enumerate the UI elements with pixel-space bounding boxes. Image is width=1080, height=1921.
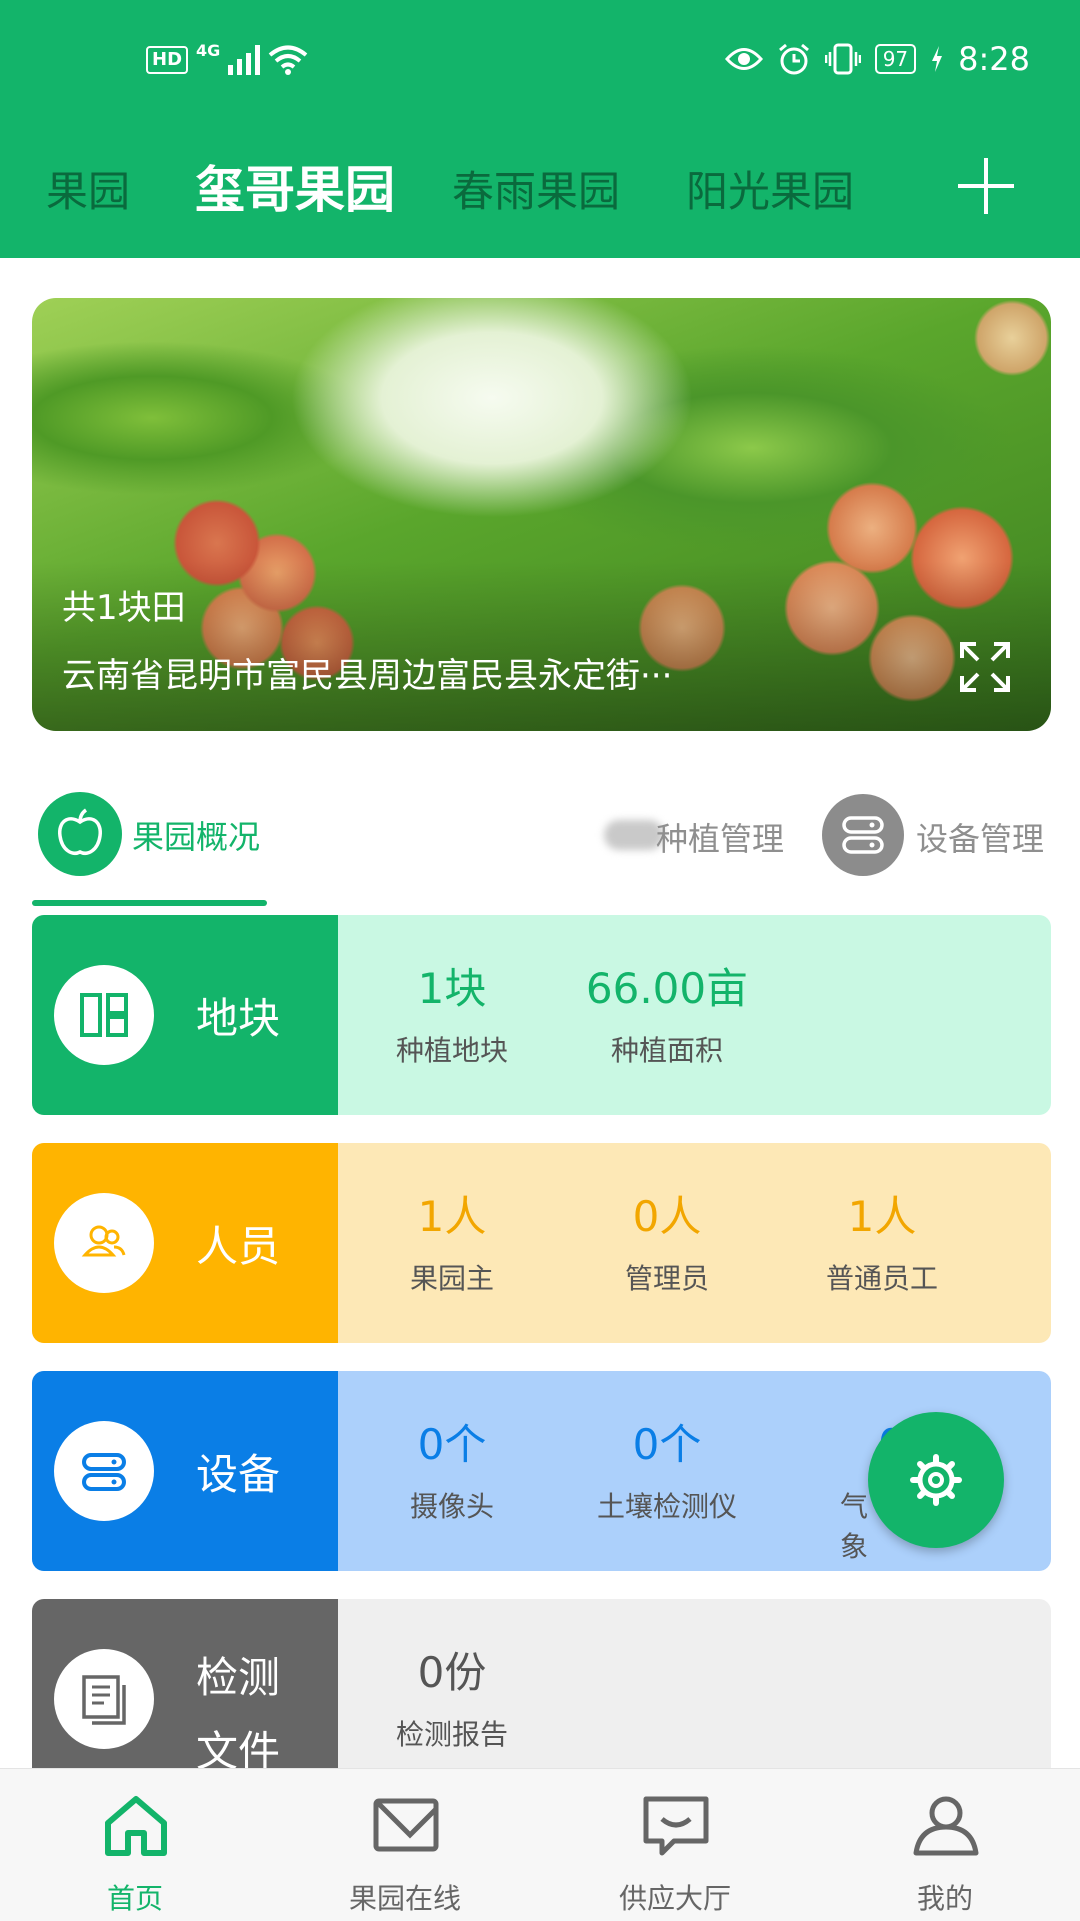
people-icon — [54, 1193, 154, 1293]
tab-planting-management[interactable]: 种植管理 — [656, 814, 784, 860]
network-type: 4G — [196, 40, 221, 60]
field-count: 共1块田 — [62, 588, 186, 628]
hd-indicator: HD — [146, 46, 189, 74]
stat-value: 0人 — [632, 1192, 702, 1241]
plots-card-header: 地块 — [32, 915, 338, 1115]
stat-soil-detector: 0个 土壤检测仪 — [567, 1419, 767, 1525]
stat-label: 检测报告 — [395, 1718, 508, 1751]
stat-plot-area: 66.00亩 种植面积 — [567, 963, 767, 1069]
status-bar: HD 4G 97 8:28 — [0, 0, 1080, 130]
stat-plot-count: 1块 种植地块 — [352, 963, 552, 1069]
stat-label: 种植面积 — [610, 1034, 723, 1067]
stat-value: 1块 — [417, 964, 487, 1013]
device-icon — [54, 1421, 154, 1521]
nav-orchard-online[interactable]: 果园在线 — [270, 1769, 540, 1921]
alarm-icon — [778, 43, 809, 75]
devices-card-header: 设备 — [32, 1371, 338, 1571]
app-header: HD 4G 97 8:28 果园 玺哥果园 春雨果园 阳光果园 — [0, 0, 1080, 258]
reports-title-line2: 文件 — [196, 1727, 281, 1768]
orchard-address: 云南省昆明市富民县周边富民县永定街··· — [62, 656, 673, 696]
supply-hall-icon — [643, 1796, 709, 1856]
plot-icon — [54, 965, 154, 1065]
stat-label: 果园主 — [409, 1262, 494, 1295]
tab-orchard-partial[interactable]: 果园 — [46, 158, 130, 219]
reports-title-line1: 检测 — [196, 1653, 281, 1702]
server-icon[interactable] — [822, 794, 904, 876]
profile-icon — [913, 1796, 979, 1856]
staff-card[interactable]: 人员 1人 果园主 0人 管理员 1人 普通员工 — [32, 1143, 1051, 1343]
reports-title: 检测 文件 — [196, 1641, 280, 1768]
orchard-banner[interactable]: 共1块田 云南省昆明市富民县周边富民县永定街··· — [32, 298, 1051, 731]
stat-value: 1人 — [847, 1192, 917, 1241]
tab-chunyu-orchard[interactable]: 春雨果园 — [452, 158, 620, 219]
stat-value: 0个 — [417, 1420, 487, 1469]
eye-icon — [724, 48, 763, 70]
expand-icon[interactable] — [958, 640, 1012, 694]
status-left: HD 4G — [146, 40, 308, 76]
stat-value: 66.00亩 — [585, 964, 749, 1013]
stat-camera: 0个 摄像头 — [352, 1419, 552, 1525]
signal-icon — [228, 45, 261, 75]
plots-card[interactable]: 地块 1块 种植地块 66.00亩 种植面积 — [32, 915, 1051, 1115]
leaf-icon — [604, 820, 664, 850]
document-icon — [54, 1649, 154, 1749]
orchard-tabs: 果园 玺哥果园 春雨果园 阳光果园 — [0, 150, 1080, 230]
stat-value: 0个 — [632, 1420, 702, 1469]
section-tabs: 果园概况 种植管理 设备管理 — [32, 792, 1051, 912]
tab-xige-orchard[interactable]: 玺哥果园 — [195, 150, 395, 222]
stat-owner: 1人 果园主 — [352, 1191, 552, 1297]
wifi-icon — [269, 45, 308, 75]
nav-orchard-online-label: 果园在线 — [348, 1882, 461, 1915]
plus-icon[interactable] — [958, 158, 1014, 214]
nav-supply-hall[interactable]: 供应大厅 — [540, 1769, 810, 1921]
nav-profile-label: 我的 — [916, 1882, 973, 1915]
stat-label: 摄像头 — [409, 1490, 494, 1523]
nav-supply-hall-label: 供应大厅 — [618, 1882, 731, 1915]
charging-icon — [932, 46, 943, 72]
clock: 8:28 — [958, 40, 1030, 78]
orchard-online-icon — [373, 1798, 439, 1852]
nav-profile[interactable]: 我的 — [810, 1769, 1080, 1921]
stat-value: 1人 — [417, 1192, 487, 1241]
plots-title: 地块 — [196, 994, 281, 1043]
tab-orchard-overview[interactable]: 果园概况 — [132, 812, 260, 858]
stat-label: 土壤检测仪 — [596, 1490, 737, 1523]
battery-level: 97 — [874, 44, 917, 74]
stat-label: 种植地块 — [395, 1034, 508, 1067]
reports-card[interactable]: 检测 文件 0份 检测报告 — [32, 1599, 1051, 1768]
vibrate-icon — [824, 43, 861, 75]
tab-device-management[interactable]: 设备管理 — [916, 814, 1044, 860]
stat-label: 普通员工 — [825, 1262, 938, 1295]
tab-yangguang-orchard[interactable]: 阳光果园 — [686, 158, 854, 219]
staff-title: 人员 — [196, 1222, 281, 1271]
bottom-nav: 首页 果园在线 供应大厅 我的 — [0, 1768, 1080, 1921]
stat-employee: 1人 普通员工 — [782, 1191, 982, 1297]
settings-fab[interactable] — [868, 1412, 1004, 1548]
nav-home-label: 首页 — [106, 1882, 163, 1915]
status-right: 97 8:28 — [724, 40, 1030, 78]
stat-label: 管理员 — [624, 1262, 709, 1295]
stat-admin: 0人 管理员 — [567, 1191, 767, 1297]
reports-card-header: 检测 文件 — [32, 1599, 338, 1768]
staff-card-header: 人员 — [32, 1143, 338, 1343]
devices-title: 设备 — [196, 1450, 281, 1499]
active-tab-indicator — [32, 900, 267, 906]
stat-value: 0份 — [417, 1648, 487, 1697]
home-icon — [105, 1796, 167, 1856]
settings-icon — [910, 1454, 962, 1506]
nav-home[interactable]: 首页 — [0, 1769, 270, 1921]
stat-report-count: 0份 检测报告 — [352, 1647, 552, 1753]
apple-icon[interactable] — [38, 792, 122, 876]
